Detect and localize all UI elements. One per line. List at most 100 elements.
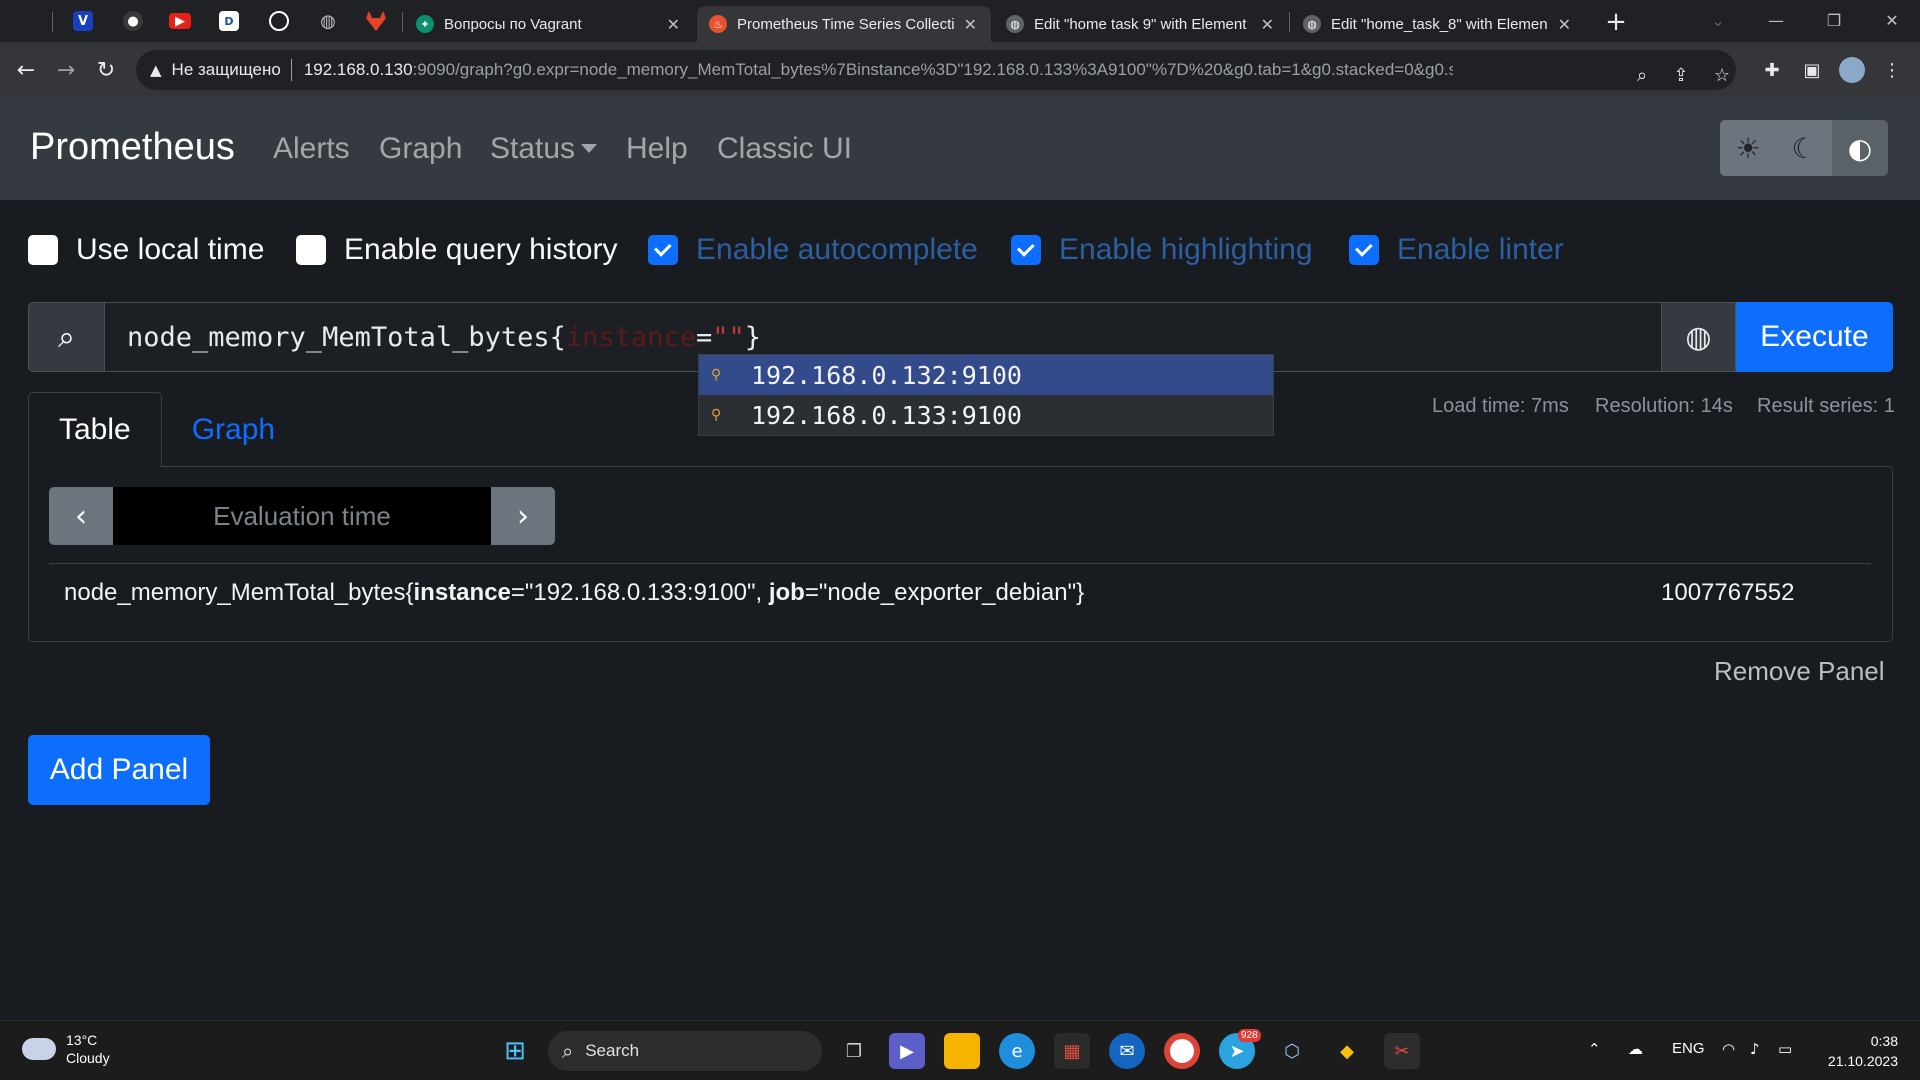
option-enable-query-history[interactable]: Enable query history: [296, 230, 618, 270]
pinned-tab-gitlab[interactable]: [356, 6, 396, 36]
option-enable-autocomplete[interactable]: Enable autocomplete: [648, 230, 978, 270]
edge-icon[interactable]: e: [999, 1033, 1035, 1069]
checkbox[interactable]: [648, 235, 678, 265]
evaluation-time-input[interactable]: Evaluation time: [113, 487, 491, 545]
pinned-tab-youtube[interactable]: ▶: [160, 6, 200, 36]
auto-theme-button[interactable]: ◐: [1832, 120, 1888, 176]
metrics-explorer-button[interactable]: ◍: [1661, 302, 1736, 372]
address-bar[interactable]: ▲ Не защищено 192.168.0.130 :9090/graph?…: [136, 50, 1736, 90]
tab-home-task-9[interactable]: ◍ Edit "home task 9" with Element ✕: [994, 6, 1288, 42]
tab-search-icon[interactable]: ⌄: [1688, 0, 1748, 40]
globe-icon: ◍: [1303, 15, 1321, 33]
autocomplete-item[interactable]: ⚲ 192.168.0.132:9100: [699, 355, 1273, 395]
chrome-icon[interactable]: [1164, 1033, 1200, 1069]
checkbox[interactable]: [1011, 235, 1041, 265]
brand[interactable]: Prometheus: [30, 126, 235, 169]
forward-button[interactable]: →: [50, 54, 82, 86]
url-host: 192.168.0.130: [303, 60, 413, 79]
zoom-icon[interactable]: ⌕: [1631, 64, 1653, 86]
nav-graph[interactable]: Graph: [379, 132, 462, 166]
chevron-up-icon[interactable]: ⌃: [1588, 1040, 1601, 1058]
menu-icon[interactable]: ⋮: [1876, 54, 1908, 86]
taskbar-search[interactable]: ⌕ Search: [548, 1031, 822, 1071]
tab-title: Edit "home task 9" with Element: [1034, 15, 1247, 33]
close-tab-icon[interactable]: ✕: [964, 15, 977, 34]
side-panel-icon[interactable]: ▣: [1796, 54, 1828, 86]
restore-button[interactable]: ❐: [1804, 0, 1864, 40]
label-value-icon: ⚲: [711, 367, 722, 383]
tab-separator: [1289, 12, 1290, 32]
git-icon[interactable]: ◆: [1329, 1033, 1365, 1069]
metric-name: node_memory_MemTotal_bytes: [127, 321, 550, 353]
wifi-icon[interactable]: ◠: [1722, 1040, 1735, 1058]
teams-icon[interactable]: ▶: [889, 1033, 925, 1069]
close-tab-icon[interactable]: ✕: [1558, 15, 1571, 34]
avatar[interactable]: [1836, 54, 1868, 86]
series-prefix: node_memory_MemTotal_bytes{: [64, 579, 414, 606]
label-value: "": [712, 321, 745, 353]
nav-status[interactable]: Status: [490, 132, 598, 166]
share-icon[interactable]: ⇪: [1670, 64, 1692, 86]
reload-button[interactable]: ↻: [90, 54, 122, 86]
weather-desc: Cloudy: [66, 1050, 110, 1066]
execute-button[interactable]: Execute: [1736, 302, 1893, 372]
pinned-tab-docs[interactable]: D: [209, 6, 249, 36]
tab-table[interactable]: Table: [28, 392, 162, 468]
start-icon[interactable]: ⊞: [497, 1033, 533, 1069]
label-operator: =: [695, 321, 713, 353]
back-button[interactable]: ←: [10, 54, 42, 86]
close-tab-icon[interactable]: ✕: [667, 15, 680, 34]
weather-widget[interactable]: 13°C Cloudy: [22, 1031, 110, 1067]
option-enable-linter[interactable]: Enable linter: [1349, 230, 1564, 270]
option-label: Use local time: [76, 233, 265, 266]
tab-vagrant[interactable]: ✦ Вопросы по Vagrant ✕: [404, 6, 694, 42]
browser-tab-bar: V ● ▶ D ◍ ✦ Вопросы по Vagrant ✕ ♨ Prome…: [0, 0, 1920, 42]
pinned-tab-vivaldi[interactable]: V: [63, 6, 103, 36]
thunderbird-icon[interactable]: ✉: [1109, 1033, 1145, 1069]
nav-classic-ui[interactable]: Classic UI: [717, 132, 852, 166]
onedrive-icon[interactable]: ☁: [1628, 1040, 1643, 1058]
eval-prev-button[interactable]: ‹: [49, 487, 113, 545]
brace-close: }: [744, 321, 761, 353]
checkbox[interactable]: [1349, 235, 1379, 265]
bookmark-star-icon[interactable]: ☆: [1711, 64, 1733, 86]
language-indicator[interactable]: ENG: [1672, 1040, 1705, 1057]
checkbox[interactable]: [296, 235, 326, 265]
add-panel-button[interactable]: Add Panel: [28, 735, 210, 805]
tab-graph[interactable]: Graph: [162, 392, 305, 468]
remove-panel-button[interactable]: Remove Panel: [1714, 656, 1885, 687]
option-label: Enable autocomplete: [696, 233, 978, 266]
close-window-button[interactable]: ✕: [1862, 0, 1920, 40]
file-explorer-icon[interactable]: [944, 1033, 980, 1069]
dark-theme-button[interactable]: ☾: [1776, 120, 1832, 176]
task-view-icon[interactable]: ❐: [836, 1033, 872, 1069]
volume-icon[interactable]: ♪: [1750, 1040, 1760, 1058]
security-status: Не защищено: [171, 60, 281, 79]
virtualbox-icon[interactable]: ⬡: [1274, 1033, 1310, 1069]
vivaldi-icon: V: [73, 11, 93, 31]
theme-toggle: ☀ ☾ ◐: [1720, 120, 1888, 176]
autocomplete-item[interactable]: ⚲ 192.168.0.133:9100: [699, 395, 1273, 435]
nav-alerts[interactable]: Alerts: [273, 132, 350, 166]
app-icon: ●: [123, 11, 143, 31]
tab-prometheus[interactable]: ♨ Prometheus Time Series Collecti ✕: [697, 6, 991, 42]
globe-icon: ◍: [1685, 319, 1712, 355]
light-theme-button[interactable]: ☀: [1720, 120, 1776, 176]
snipping-tool-icon[interactable]: ✂: [1384, 1033, 1420, 1069]
pinned-tab-app[interactable]: ●: [113, 6, 153, 36]
store-icon[interactable]: ▦: [1054, 1033, 1090, 1069]
pinned-tab-github[interactable]: [259, 6, 299, 36]
eval-next-button[interactable]: ›: [491, 487, 555, 545]
battery-icon[interactable]: ▭: [1778, 1040, 1792, 1058]
pinned-tab-globe[interactable]: ◍: [308, 6, 348, 36]
clock[interactable]: 0:38 21.10.2023: [1822, 1031, 1898, 1071]
option-use-local-time[interactable]: Use local time: [28, 230, 264, 270]
close-tab-icon[interactable]: ✕: [1261, 15, 1274, 34]
nav-help[interactable]: Help: [626, 132, 688, 166]
option-enable-highlighting[interactable]: Enable highlighting: [1011, 230, 1313, 270]
checkbox[interactable]: [28, 235, 58, 265]
minimize-button[interactable]: —: [1746, 0, 1806, 40]
tab-home-task-8[interactable]: ◍ Edit "home_task_8" with Elemen ✕: [1291, 6, 1585, 42]
new-tab-button[interactable]: +: [1600, 6, 1632, 38]
extensions-icon[interactable]: ✚: [1756, 54, 1788, 86]
